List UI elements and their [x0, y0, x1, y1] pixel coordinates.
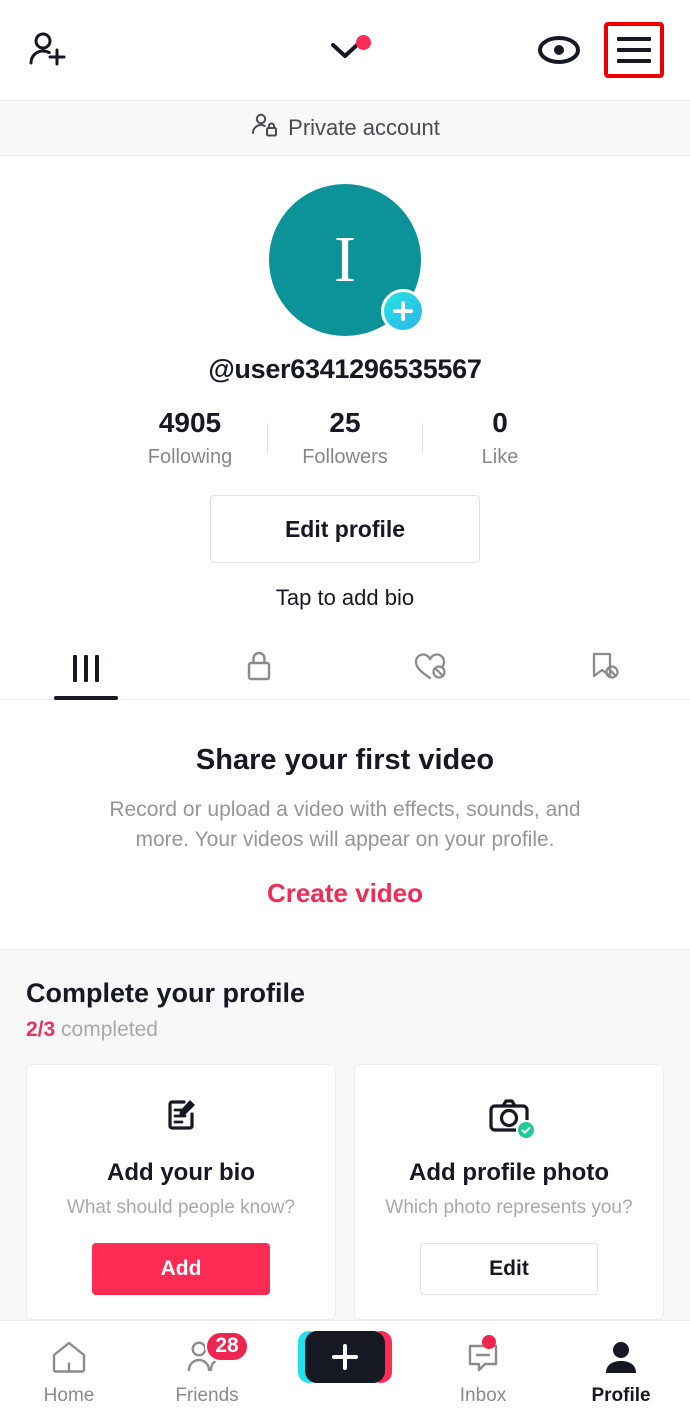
add-person-icon[interactable]: [26, 28, 70, 72]
card-description: Which photo represents you?: [385, 1196, 633, 1218]
empty-state-description: Record or upload a video with effects, s…: [109, 798, 581, 852]
heart-hidden-icon: [412, 649, 450, 688]
grid-bars-icon: [73, 654, 100, 682]
empty-state-title: Share your first video: [195, 744, 495, 776]
complete-profile-header: Complete your profile 2/3 completed: [0, 978, 690, 1042]
bookmark-hidden-icon: [586, 648, 622, 689]
create-plus-icon[interactable]: [298, 1330, 392, 1383]
tab-private[interactable]: [173, 637, 346, 699]
profile-content-tabs: [0, 637, 690, 700]
progress-suffix: completed: [61, 1017, 158, 1041]
nav-item-inbox[interactable]: Inbox: [414, 1334, 552, 1407]
nav-item-profile[interactable]: Profile: [552, 1337, 690, 1407]
person-lock-icon: [250, 111, 278, 145]
profile-stats: 4905 Following 25 Followers 0 Like: [113, 407, 577, 469]
lock-icon: [243, 648, 275, 689]
stat-label: Followers: [302, 446, 388, 468]
bio-placeholder[interactable]: Tap to add bio: [276, 585, 414, 611]
nav-item-create[interactable]: [276, 1330, 414, 1383]
complete-profile-section: Complete your profile 2/3 completed Add …: [0, 948, 690, 1320]
top-bar-left: [26, 28, 70, 72]
completed-check-icon: [516, 1119, 536, 1140]
add-bio-button[interactable]: Add: [92, 1242, 270, 1295]
profile-handle[interactable]: @user6341296535567: [208, 354, 481, 385]
create-button[interactable]: [298, 1330, 392, 1383]
friends-icon: 28: [185, 1330, 249, 1377]
card-title: Add profile photo: [409, 1158, 609, 1186]
stat-following[interactable]: 4905 Following: [113, 407, 267, 469]
nav-label: Inbox: [459, 1384, 507, 1406]
tab-liked[interactable]: [345, 637, 518, 699]
card-title: Add your bio: [107, 1158, 255, 1186]
note-edit-icon: [159, 1091, 203, 1139]
empty-state-share-video: Share your first video Record or upload …: [0, 700, 690, 949]
stat-followers[interactable]: 25 Followers: [268, 407, 422, 469]
camera-icon: [486, 1091, 536, 1140]
complete-profile-cards: Add your bio What should people know? Ad…: [0, 1042, 690, 1320]
nav-label: Friends: [175, 1384, 239, 1406]
stat-value: 25: [329, 407, 361, 438]
tab-favorites[interactable]: [518, 637, 690, 699]
home-icon: [50, 1337, 88, 1377]
top-bar-right: [536, 22, 664, 78]
bottom-navigation-bar: Home 28 Friends Inbox Profile: [0, 1319, 690, 1425]
tab-videos[interactable]: [0, 637, 173, 700]
add-story-plus-icon[interactable]: [381, 289, 425, 333]
nav-label: Home: [43, 1384, 95, 1406]
create-button-inner: [305, 1330, 385, 1383]
card-add-profile-photo[interactable]: Add profile photo Which photo represents…: [354, 1063, 664, 1320]
chevron-down-icon[interactable]: [328, 35, 371, 62]
activity-notification-dot: [356, 35, 371, 50]
eye-icon[interactable]: [536, 34, 582, 66]
profile-header: I @user6341296535567 4905 Following 25 F…: [0, 156, 690, 611]
nav-item-home[interactable]: Home: [0, 1337, 138, 1407]
card-description: What should people know?: [66, 1196, 296, 1218]
nav-item-friends[interactable]: 28 Friends: [138, 1330, 276, 1407]
profile-person-icon: [602, 1337, 640, 1377]
top-app-bar: [0, 0, 690, 100]
complete-profile-title: Complete your profile: [26, 977, 306, 1008]
progress-count: 2/3: [26, 1017, 56, 1041]
stat-likes[interactable]: 0 Like: [423, 407, 577, 469]
friends-badge-count: 28: [205, 1330, 249, 1362]
inbox-notification-dot: [482, 1334, 496, 1349]
private-account-banner[interactable]: Private account: [0, 100, 690, 156]
hamburger-menu-icon[interactable]: [604, 22, 664, 78]
stat-value: 0: [492, 407, 508, 438]
complete-profile-progress: 2/3 completed: [26, 1018, 664, 1042]
nav-label: Profile: [591, 1384, 651, 1406]
create-video-button[interactable]: Create video: [267, 878, 423, 909]
hamburger-lines: [617, 37, 651, 63]
inbox-icon: [464, 1334, 502, 1377]
stat-value: 4905: [158, 407, 222, 438]
edit-photo-button[interactable]: Edit: [420, 1242, 598, 1295]
avatar[interactable]: I: [269, 184, 425, 336]
stat-label: Following: [147, 446, 233, 468]
tab-active-underline: [54, 696, 119, 700]
private-account-label: Private account: [288, 115, 440, 140]
tiktok-profile-screen: Private account I @user6341296535567 490…: [0, 0, 690, 1425]
edit-profile-button[interactable]: Edit profile: [210, 495, 480, 563]
stat-label: Like: [481, 446, 519, 468]
activity-indicator[interactable]: [328, 35, 371, 62]
card-add-bio[interactable]: Add your bio What should people know? Ad…: [26, 1063, 336, 1320]
